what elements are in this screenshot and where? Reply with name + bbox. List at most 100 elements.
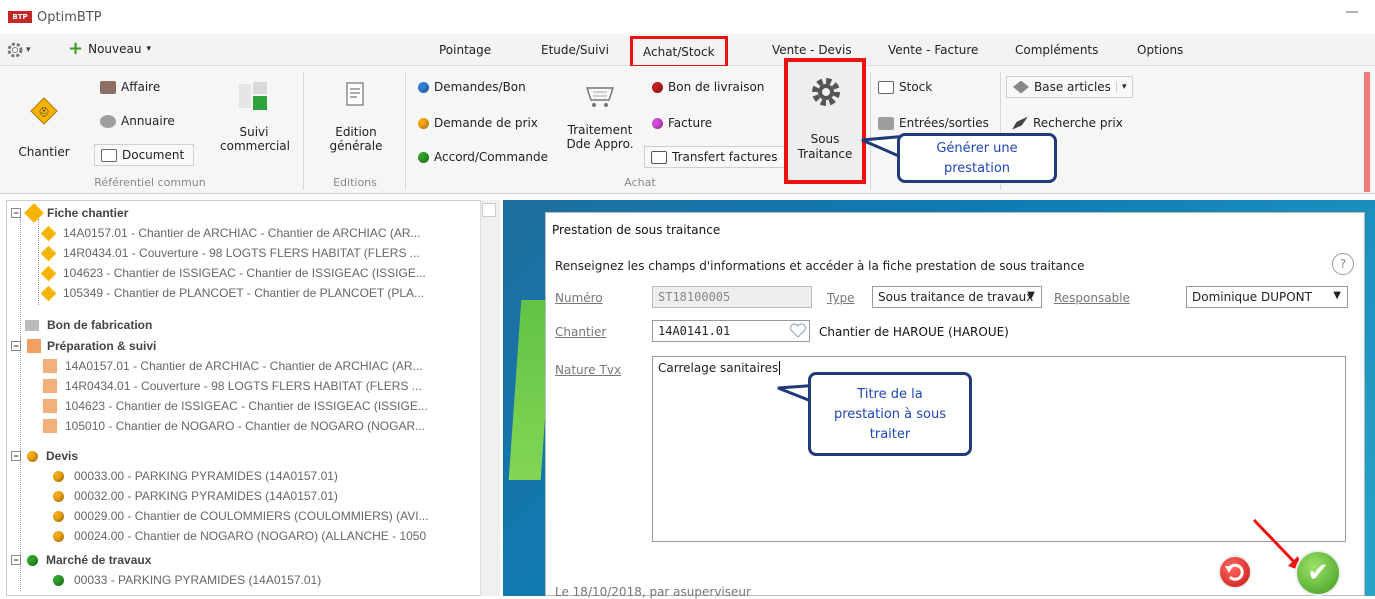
recherche-prix-label: Recherche prix bbox=[1033, 116, 1123, 130]
tree-item[interactable]: 104623 - Chantier de ISSIGEAC - Chantier… bbox=[40, 263, 426, 283]
tree-scrollbar[interactable] bbox=[480, 200, 500, 596]
responsable-select[interactable]: Dominique DUPONT ▼ bbox=[1186, 286, 1348, 308]
validate-button[interactable]: ✔ bbox=[1295, 550, 1341, 596]
menu-vente-facture[interactable]: Vente - Facture bbox=[888, 43, 978, 57]
stock-button[interactable]: Stock bbox=[878, 80, 932, 94]
group-label-editions: Editions bbox=[333, 176, 377, 189]
factory-icon bbox=[25, 319, 39, 331]
affaire-button[interactable]: Affaire bbox=[100, 80, 160, 94]
preparation-icon bbox=[43, 419, 57, 433]
suivi-label-2: commercial bbox=[220, 139, 290, 153]
demandes-bon-button[interactable]: Demandes/Bon bbox=[418, 80, 526, 94]
menu-achat-stock[interactable]: Achat/Stock bbox=[630, 36, 728, 68]
tree-node-bon-fabrication[interactable]: Bon de fabrication bbox=[25, 315, 152, 335]
orange-dot-icon bbox=[53, 530, 64, 542]
tree-item[interactable]: 00032.00 - PARKING PYRAMIDES (14A0157.01… bbox=[53, 486, 338, 506]
tree-item-label: 104623 - Chantier de ISSIGEAC - Chantier… bbox=[65, 399, 428, 413]
tree-item-label: 00033.00 - PARKING PYRAMIDES (14A0157.01… bbox=[74, 469, 338, 483]
menu-complements[interactable]: Compléments bbox=[1015, 43, 1098, 57]
tree-item[interactable]: 105010 - Chantier de NOGARO - Chantier d… bbox=[43, 416, 425, 436]
accord-commande-button[interactable]: Accord/Commande bbox=[418, 150, 548, 164]
callout-titre-prestation: Titre de la prestation à sous traiter bbox=[808, 372, 972, 456]
transfer-icon bbox=[651, 150, 667, 164]
checkmark-icon: ✔ bbox=[1307, 558, 1329, 588]
edition-label-1: Edition bbox=[335, 125, 377, 139]
nouveau-button[interactable]: + Nouveau ▾ bbox=[68, 38, 151, 59]
menu-etude-suivi[interactable]: Etude/Suivi bbox=[541, 43, 609, 57]
preparation-icon bbox=[27, 339, 41, 353]
chevron-down-icon: ▾ bbox=[146, 44, 151, 54]
tree-item[interactable]: 00024.00 - Chantier de NOGARO (NOGARO) (… bbox=[53, 526, 426, 546]
suivi-commercial-button[interactable]: Suivi commercial bbox=[220, 80, 290, 153]
affaire-label: Affaire bbox=[121, 80, 161, 94]
chevron-down-icon: ▼ bbox=[1027, 290, 1035, 301]
callout-line: Générer une bbox=[936, 141, 1018, 156]
tree-item[interactable]: 00033.00 - PARKING PYRAMIDES (14A0157.01… bbox=[53, 466, 338, 486]
tree-item[interactable]: 14A0157.01 - Chantier de ARCHIAC - Chant… bbox=[40, 223, 421, 243]
document-label: Document bbox=[122, 148, 185, 162]
scrollbar-thumb[interactable] bbox=[482, 203, 496, 217]
group-label-referentiel: Référentiel commun bbox=[94, 176, 206, 189]
base-articles-button[interactable]: Base articles ▾ bbox=[1006, 76, 1134, 98]
type-select[interactable]: Sous traitance de travaux ▼ bbox=[872, 286, 1042, 308]
recherche-prix-button[interactable]: Recherche prix bbox=[1012, 116, 1123, 130]
chantier-field[interactable]: 14A0141.01 bbox=[652, 320, 810, 342]
tree-node-devis[interactable]: − Devis bbox=[11, 446, 78, 466]
orange-dot-icon bbox=[53, 490, 64, 502]
edition-label-2: générale bbox=[329, 139, 383, 153]
tree-node-preparation-suivi[interactable]: − Préparation & suivi bbox=[11, 336, 156, 356]
collapse-icon[interactable]: − bbox=[11, 341, 21, 351]
facture-button[interactable]: Facture bbox=[652, 116, 712, 130]
plus-icon: + bbox=[68, 38, 84, 59]
sous-traitance-button[interactable]: Sous Traitance bbox=[784, 58, 866, 184]
help-icon[interactable]: ? bbox=[1332, 253, 1354, 275]
minimize-button[interactable]: — bbox=[1340, 4, 1364, 26]
document-button[interactable]: Document bbox=[94, 144, 194, 166]
tree-item[interactable]: 14A0157.01 - Chantier de ARCHIAC - Chant… bbox=[43, 356, 423, 376]
collapse-icon[interactable]: − bbox=[11, 208, 21, 218]
traitement-dde-appro-button[interactable]: Traitement Dde Appro. bbox=[562, 80, 638, 151]
tree-item[interactable]: 00029.00 - Chantier de COULOMMIERS (COUL… bbox=[53, 506, 429, 526]
entrees-label: Entrées/sorties bbox=[899, 116, 989, 130]
chantier-value: 14A0141.01 bbox=[658, 324, 731, 338]
tree-item[interactable]: 00033 - PARKING PYRAMIDES (14A0157.01) bbox=[53, 570, 321, 590]
transfert-factures-button[interactable]: Transfert factures bbox=[644, 146, 785, 168]
menu-pointage[interactable]: Pointage bbox=[439, 43, 491, 57]
bon-livraison-button[interactable]: Bon de livraison bbox=[652, 80, 764, 94]
traitement-label-1: Traitement bbox=[567, 123, 633, 137]
collapse-icon[interactable]: − bbox=[11, 555, 21, 565]
tree-label: Fiche chantier bbox=[47, 206, 129, 220]
tree-node-marche-travaux[interactable]: − Marché de travaux bbox=[11, 550, 151, 570]
tree-item[interactable]: 105349 - Chantier de PLANCOET - Chantier… bbox=[40, 283, 425, 303]
text-cursor bbox=[779, 361, 781, 375]
chantier-button[interactable]: ⛑ Chantier bbox=[14, 96, 74, 159]
blue-dot-icon bbox=[418, 81, 429, 93]
suivi-label-1: Suivi bbox=[239, 125, 269, 139]
green-dot-icon bbox=[53, 574, 64, 586]
nature-textarea[interactable]: Carrelage sanitaires bbox=[652, 356, 1346, 542]
preparation-icon bbox=[43, 359, 57, 373]
menu-bar: ▾ + Nouveau ▾ Pointage Etude/Suivi Achat… bbox=[0, 34, 1375, 68]
tree-item[interactable]: 14R0434.01 - Couverture - 98 LOGTS FLERS… bbox=[40, 243, 420, 263]
demande-prix-label: Demande de prix bbox=[434, 116, 538, 130]
chevron-down-icon[interactable]: ▾ bbox=[1115, 82, 1126, 92]
tree-node-fiche-chantier[interactable]: − Fiche chantier bbox=[11, 203, 128, 223]
stock-icon bbox=[878, 80, 894, 94]
heart-icon[interactable] bbox=[788, 323, 808, 339]
tree-item[interactable]: 14R0434.01 - Couverture - 98 LOGTS FLERS… bbox=[43, 376, 422, 396]
annuaire-button[interactable]: Annuaire bbox=[100, 114, 175, 128]
chantier-icon bbox=[24, 203, 44, 223]
cart-icon bbox=[585, 87, 615, 107]
nature-value: Carrelage sanitaires bbox=[658, 361, 779, 375]
demande-prix-button[interactable]: Demande de prix bbox=[418, 116, 538, 130]
tree-item-label: 105349 - Chantier de PLANCOET - Chantier… bbox=[63, 286, 425, 300]
cancel-button[interactable] bbox=[1218, 555, 1252, 589]
entrees-sorties-button[interactable]: Entrées/sorties bbox=[878, 116, 989, 130]
green-dot-icon bbox=[27, 554, 38, 566]
settings-menu-button[interactable]: ▾ bbox=[6, 40, 42, 60]
tree-item[interactable]: 104623 - Chantier de ISSIGEAC - Chantier… bbox=[43, 396, 428, 416]
edition-generale-button[interactable]: Edition générale bbox=[318, 80, 394, 153]
menu-vente-devis[interactable]: Vente - Devis bbox=[772, 43, 852, 57]
collapse-icon[interactable]: − bbox=[11, 451, 21, 461]
menu-options[interactable]: Options bbox=[1137, 43, 1183, 57]
